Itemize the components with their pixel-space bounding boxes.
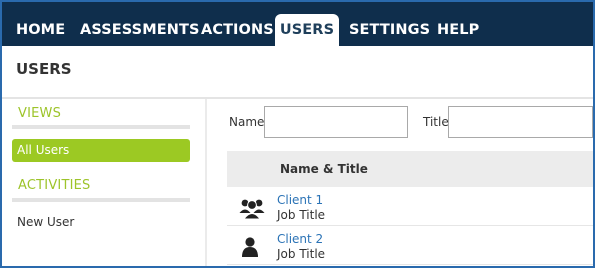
views-heading: VIEWS bbox=[18, 106, 62, 121]
users-group-icon bbox=[239, 199, 265, 219]
top-nav: HOME ASSESSMENTS ACTIONS USERS SETTINGS … bbox=[2, 2, 593, 46]
sidebar-item-new-user[interactable]: New User bbox=[17, 215, 74, 229]
grid-header: Name & Title bbox=[227, 151, 593, 187]
nav-tab-settings[interactable]: SETTINGS bbox=[349, 14, 430, 46]
title-filter-input[interactable] bbox=[448, 106, 593, 138]
column-header-name-title[interactable]: Name & Title bbox=[280, 162, 368, 176]
row-divider bbox=[227, 225, 593, 226]
nav-tab-users[interactable]: USERS bbox=[275, 14, 339, 46]
row-divider bbox=[227, 264, 593, 265]
user-job-title: Job Title bbox=[277, 247, 326, 261]
app-window: HOME ASSESSMENTS ACTIONS USERS SETTINGS … bbox=[0, 0, 595, 268]
activities-heading: ACTIVITIES bbox=[18, 178, 91, 193]
user-name-link[interactable]: Client 1 bbox=[277, 193, 323, 207]
sidebar-divider bbox=[205, 99, 207, 266]
activities-rule bbox=[12, 198, 190, 202]
user-job-title: Job Title bbox=[277, 208, 326, 222]
views-rule bbox=[12, 125, 190, 129]
nav-tab-assessments[interactable]: ASSESSMENTS bbox=[80, 14, 200, 46]
title-filter-label: Title bbox=[423, 115, 449, 129]
user-name-link[interactable]: Client 2 bbox=[277, 232, 323, 246]
user-icon bbox=[242, 237, 258, 257]
name-filter-input[interactable] bbox=[264, 106, 408, 138]
nav-tab-actions[interactable]: ACTIONS bbox=[201, 14, 274, 46]
name-filter-label: Name bbox=[229, 115, 265, 129]
nav-tab-home[interactable]: HOME bbox=[16, 14, 65, 46]
nav-tab-help[interactable]: HELP bbox=[437, 14, 479, 46]
table-row[interactable]: Client 1 Job Title bbox=[227, 188, 593, 226]
sidebar-item-all-users[interactable]: All Users bbox=[12, 139, 190, 162]
table-row[interactable]: Client 2 Job Title bbox=[227, 227, 593, 265]
header-divider bbox=[2, 97, 593, 99]
page-title: USERS bbox=[16, 60, 72, 78]
